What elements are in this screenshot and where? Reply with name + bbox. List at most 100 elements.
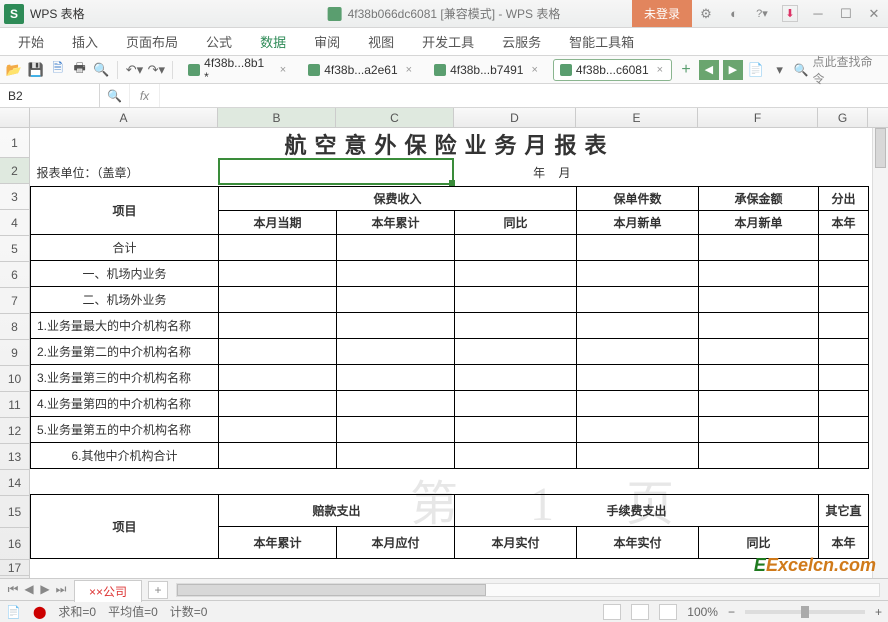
- export-icon[interactable]: 🗎: [48, 60, 68, 80]
- formula-input[interactable]: [160, 84, 888, 107]
- menu-review[interactable]: 审阅: [300, 28, 354, 55]
- doc-tab-4[interactable]: 4f38b...c6081×: [553, 59, 672, 81]
- help-icon[interactable]: [748, 0, 776, 27]
- horizontal-scrollbar[interactable]: [176, 583, 880, 597]
- sheet-nav-next[interactable]: ▶: [38, 582, 52, 597]
- zoom-in-button[interactable]: +: [875, 605, 882, 619]
- window-title: 4f38b066dc6081 [兼容模式] - WPS 表格: [328, 5, 561, 22]
- row-header[interactable]: 13: [0, 444, 29, 470]
- vertical-scrollbar[interactable]: [872, 128, 888, 578]
- doc-tab-2[interactable]: 4f38b...a2e61×: [301, 59, 421, 81]
- sheet-nav-prev[interactable]: ◀: [22, 582, 36, 597]
- row-header[interactable]: 6: [0, 262, 29, 288]
- menu-start[interactable]: 开始: [4, 28, 58, 55]
- zoom-label[interactable]: 100%: [687, 605, 718, 619]
- row-header[interactable]: 16: [0, 528, 29, 560]
- menu-cloud[interactable]: 云服务: [488, 28, 555, 55]
- menu-smart[interactable]: 智能工具箱: [555, 28, 648, 55]
- sheet-tab[interactable]: ××公司: [74, 580, 142, 602]
- col-header-b[interactable]: B: [218, 108, 336, 127]
- view-layout-button[interactable]: [631, 604, 649, 620]
- status-count: 计数=0: [170, 603, 208, 620]
- add-tab-button[interactable]: +: [676, 60, 696, 80]
- login-button[interactable]: 未登录: [632, 0, 692, 27]
- formula-bar: B2 🔍 fx: [0, 84, 888, 108]
- name-box[interactable]: B2: [0, 84, 100, 107]
- row-header[interactable]: 10: [0, 366, 29, 392]
- doc-tab-1[interactable]: 4f38b...8b1 * ×: [181, 59, 295, 81]
- menu-view[interactable]: 视图: [354, 28, 408, 55]
- command-search[interactable]: 🔍 点此查找命令: [794, 53, 884, 87]
- view-normal-button[interactable]: [603, 604, 621, 620]
- doc-tab-3[interactable]: 4f38b...b7491×: [427, 59, 547, 81]
- sheet-nav-last[interactable]: ⏭: [54, 582, 68, 597]
- col-header-e[interactable]: E: [576, 108, 698, 127]
- col-header-f[interactable]: F: [698, 108, 818, 127]
- save-icon[interactable]: 💾: [26, 60, 46, 80]
- row-header[interactable]: 8: [0, 314, 29, 340]
- select-all-corner[interactable]: [0, 108, 30, 127]
- close-icon[interactable]: [860, 0, 888, 27]
- doc-tab-label: 4f38b...8b1 *: [204, 56, 272, 84]
- row-label: 6.其他中介机构合计: [31, 442, 219, 468]
- fx-button[interactable]: fx: [130, 84, 160, 107]
- row-header[interactable]: 11: [0, 392, 29, 418]
- col-header-d[interactable]: D: [454, 108, 576, 127]
- col-header-a[interactable]: A: [30, 108, 218, 127]
- menu-formula[interactable]: 公式: [192, 28, 246, 55]
- close-tab-icon[interactable]: ×: [406, 64, 412, 76]
- head2-pay: 赔款支出: [219, 494, 455, 526]
- row-header[interactable]: 12: [0, 418, 29, 444]
- view-break-button[interactable]: [659, 604, 677, 620]
- edit-mode-icon[interactable]: 📄: [6, 605, 21, 619]
- zoom-slider[interactable]: [745, 610, 865, 614]
- minimize-icon[interactable]: [804, 0, 832, 27]
- sub-year2: 本年: [819, 210, 869, 234]
- col-header-g[interactable]: G: [818, 108, 868, 127]
- maximize-icon[interactable]: [832, 0, 860, 27]
- menu-layout[interactable]: 页面布局: [112, 28, 192, 55]
- row-header[interactable]: 14: [0, 470, 29, 496]
- close-tab-icon[interactable]: ×: [280, 64, 286, 76]
- row-header[interactable]: 9: [0, 340, 29, 366]
- row-header[interactable]: 3: [0, 184, 29, 210]
- record-icon[interactable]: ⬤: [33, 605, 46, 619]
- zoom-out-button[interactable]: −: [728, 605, 735, 619]
- row-header[interactable]: 1: [0, 128, 29, 158]
- status-bar: 📄 ⬤ 求和=0 平均值=0 计数=0 100% − +: [0, 600, 888, 622]
- close-tab-icon[interactable]: ×: [531, 64, 537, 76]
- fx-cancel[interactable]: 🔍: [100, 84, 130, 107]
- row-header[interactable]: 17: [0, 560, 29, 576]
- row-header[interactable]: 5: [0, 236, 29, 262]
- menu-data[interactable]: 数据: [246, 28, 300, 55]
- menu-insert[interactable]: 插入: [58, 28, 112, 55]
- tab-nav-right[interactable]: ▶: [723, 60, 743, 80]
- download-icon[interactable]: [776, 0, 804, 27]
- cell-area[interactable]: 第 1 页 航空意外保险业务月报表 报表单位：（盖章） 年 月 项目 保费收入 …: [30, 128, 888, 578]
- redo-icon[interactable]: ↷▾: [146, 60, 166, 80]
- year-label: 年: [533, 166, 545, 180]
- search-icon: 🔍: [794, 63, 809, 77]
- menu-dev[interactable]: 开发工具: [408, 28, 488, 55]
- skin-icon[interactable]: [720, 0, 748, 27]
- print-icon[interactable]: 🖶: [70, 60, 90, 80]
- tab-nav-left[interactable]: ◀: [699, 60, 719, 80]
- row-header[interactable]: 7: [0, 288, 29, 314]
- more-icon[interactable]: 📄: [746, 60, 766, 80]
- close-tab-icon[interactable]: ×: [657, 64, 663, 76]
- sheet-nav-first[interactable]: ⏮: [6, 582, 20, 597]
- head2-right: 其它直: [819, 494, 869, 526]
- col-header-c[interactable]: C: [336, 108, 454, 127]
- table-row: 二、机场外业务: [31, 286, 869, 312]
- list-icon[interactable]: ▾: [770, 60, 790, 80]
- row-header[interactable]: 2: [0, 158, 29, 184]
- preview-icon[interactable]: 🔍: [92, 60, 112, 80]
- add-sheet-button[interactable]: +: [148, 581, 168, 599]
- sub-month-current: 本月当期: [219, 210, 337, 234]
- table-row: 合计: [31, 234, 869, 260]
- undo-icon[interactable]: ↶▾: [124, 60, 144, 80]
- row-header[interactable]: 4: [0, 210, 29, 236]
- settings-icon[interactable]: [692, 0, 720, 27]
- open-icon[interactable]: 📂: [4, 60, 24, 80]
- row-header[interactable]: 15: [0, 496, 29, 528]
